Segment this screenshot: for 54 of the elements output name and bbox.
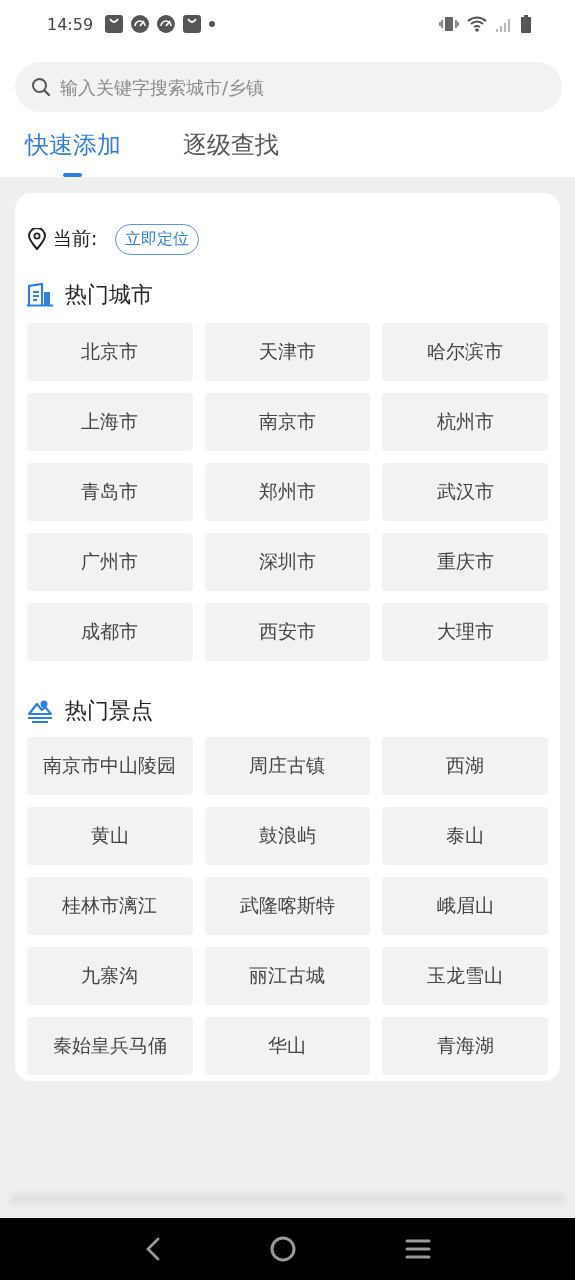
city-chip[interactable]: 青岛市 <box>27 463 193 521</box>
section-title: 热门城市 <box>65 281 153 309</box>
city-chip[interactable]: 深圳市 <box>204 533 371 591</box>
scenic-spot-chip[interactable]: 青海湖 <box>382 1017 548 1075</box>
gauge-icon <box>131 15 150 33</box>
city-chip[interactable]: 南京市 <box>204 393 371 451</box>
tab[interactable]: 快速添加 <box>25 112 121 177</box>
city-chip[interactable]: 重庆市 <box>382 533 548 591</box>
city-chip[interactable]: 成都市 <box>27 603 193 661</box>
search-icon <box>31 77 51 97</box>
scenic-spot-chip[interactable]: 武隆喀斯特 <box>204 877 371 935</box>
city-chip[interactable]: 哈尔滨市 <box>382 323 548 381</box>
scenic-spot-chip[interactable]: 丽江古城 <box>204 947 371 1005</box>
scenic-spot-chip[interactable]: 周庄古镇 <box>204 737 371 795</box>
city-chip[interactable]: 北京市 <box>27 323 193 381</box>
scenic-spot-chip[interactable]: 华山 <box>204 1017 371 1075</box>
search-field[interactable]: 输入关键字搜索城市/乡镇 <box>15 62 562 112</box>
scenic-spot-chip[interactable]: 黄山 <box>27 807 193 865</box>
status-time: 14:59 <box>47 14 94 34</box>
scenic-spot-chip[interactable]: 九寨沟 <box>27 947 193 1005</box>
city-chip[interactable]: 天津市 <box>204 323 371 381</box>
bag-icon <box>105 15 124 33</box>
scenic-spot-chip[interactable]: 玉龙雪山 <box>382 947 548 1005</box>
current-location-label: 当前: <box>53 226 98 251</box>
section-title: 热门景点 <box>65 697 153 725</box>
bag-icon <box>183 15 202 33</box>
battery-icon <box>521 15 531 33</box>
locate-button[interactable]: 立即定位 <box>115 223 200 255</box>
city-chip[interactable]: 杭州市 <box>382 393 548 451</box>
city-chip[interactable]: 郑州市 <box>204 463 371 521</box>
scenic-spot-chip[interactable]: 桂林市漓江 <box>27 877 193 935</box>
mountain-icon <box>27 699 53 723</box>
scenic-spot-chip[interactable]: 秦始皇兵马俑 <box>27 1017 193 1075</box>
signal-icon <box>495 16 513 32</box>
city-chip[interactable]: 大理市 <box>382 603 548 661</box>
location-pin-icon <box>27 228 47 250</box>
scenic-spot-chip[interactable]: 峨眉山 <box>382 877 548 935</box>
tab[interactable]: 逐级查找 <box>183 112 279 177</box>
wifi-icon <box>467 16 487 32</box>
city-chip[interactable]: 西安市 <box>204 603 371 661</box>
home-icon[interactable] <box>269 1236 296 1262</box>
vibrate-icon <box>439 16 459 32</box>
dot-icon <box>209 21 216 27</box>
back-icon[interactable] <box>144 1237 161 1261</box>
city-chip[interactable]: 上海市 <box>27 393 193 451</box>
scenic-spot-chip[interactable]: 鼓浪屿 <box>204 807 371 865</box>
scenic-spot-chip[interactable]: 泰山 <box>382 807 548 865</box>
building-icon <box>27 283 53 307</box>
scenic-spot-chip[interactable]: 西湖 <box>382 737 548 795</box>
city-chip[interactable]: 武汉市 <box>382 463 548 521</box>
city-chip[interactable]: 广州市 <box>27 533 193 591</box>
menu-icon[interactable] <box>404 1238 431 1260</box>
gauge-icon <box>157 15 176 33</box>
scenic-spot-chip[interactable]: 南京市中山陵园 <box>27 737 193 795</box>
